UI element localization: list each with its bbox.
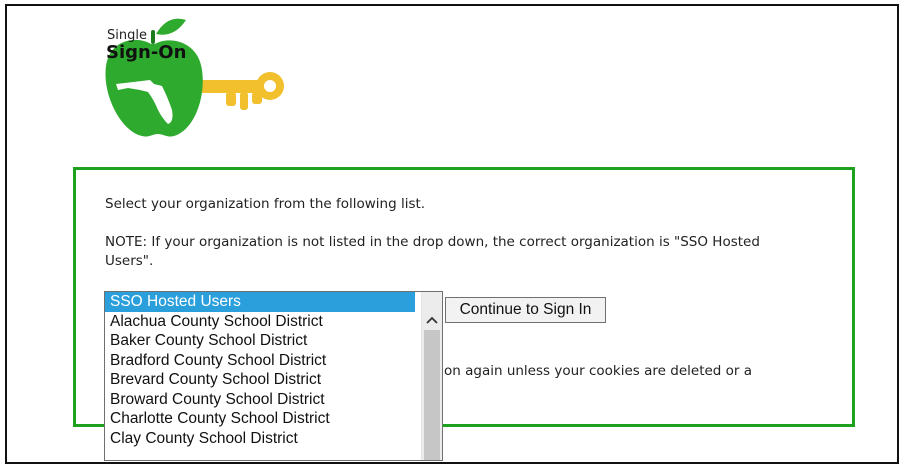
list-option[interactable]: Bradford County School District	[105, 351, 415, 371]
list-option[interactable]: Brevard County School District	[105, 370, 415, 390]
logo-fldoe-text: FLDOE	[22, 49, 68, 63]
list-option[interactable]: Clay County School District	[105, 429, 415, 449]
listbox-scrollbar[interactable]	[421, 292, 442, 460]
list-option[interactable]: Alachua County School District	[105, 312, 415, 332]
organization-listbox[interactable]: SSO Hosted Users Alachua County School D…	[104, 291, 443, 461]
logo-signon-text: Sign-On	[106, 42, 187, 63]
note-text-line2: Users".	[105, 253, 154, 269]
cookie-note-partial: on again unless your cookies are deleted…	[444, 363, 753, 379]
scrollbar-thumb[interactable]	[424, 330, 440, 460]
scroll-up-arrow-icon[interactable]	[422, 312, 442, 328]
list-option[interactable]: Baker County School District	[105, 331, 415, 351]
list-option[interactable]: Broward County School District	[105, 390, 415, 410]
instruction-text: Select your organization from the follow…	[105, 196, 426, 212]
list-option[interactable]: SSO Hosted Users	[105, 292, 415, 312]
logo-single-text: Single	[107, 28, 147, 43]
note-text-line1: NOTE: If your organization is not listed…	[105, 234, 760, 250]
list-option[interactable]: Charlotte County School District	[105, 409, 415, 429]
continue-to-sign-in-button[interactable]: Continue to Sign In	[445, 297, 606, 323]
